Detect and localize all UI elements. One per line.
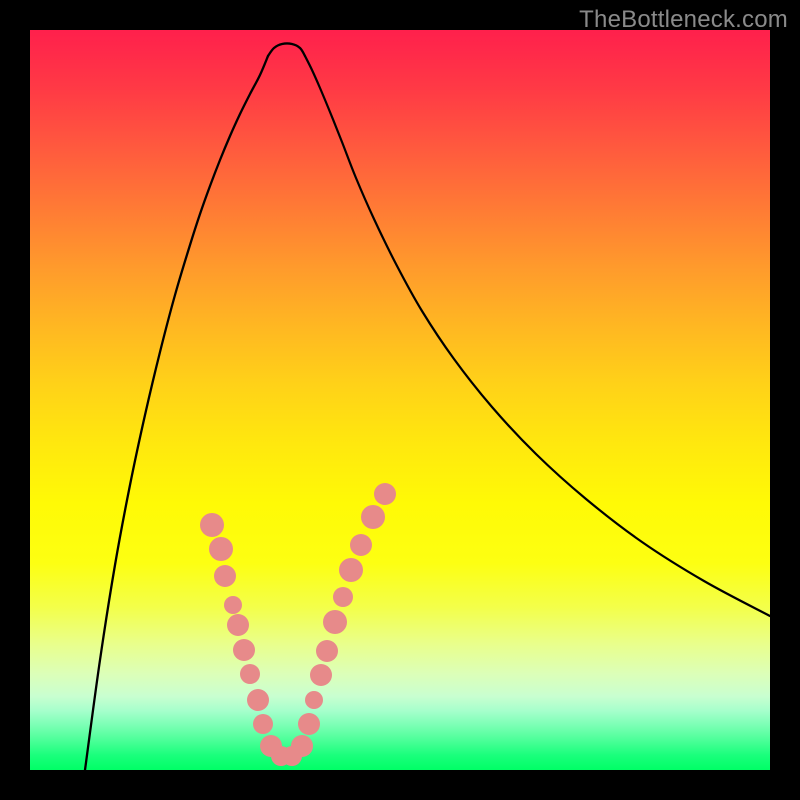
curve-group: [85, 43, 770, 770]
plot-area: [30, 30, 770, 770]
data-marker: [374, 483, 396, 505]
curve-svg: [30, 30, 770, 770]
data-marker: [200, 513, 224, 537]
chart-container: TheBottleneck.com: [0, 0, 800, 800]
data-marker: [298, 713, 320, 735]
marker-group: [200, 483, 396, 766]
data-marker: [361, 505, 385, 529]
data-marker: [305, 691, 323, 709]
curve-floor: [268, 43, 305, 56]
data-marker: [323, 610, 347, 634]
curve-right-branch: [305, 56, 770, 616]
data-marker: [333, 587, 353, 607]
data-marker: [214, 565, 236, 587]
curve-left-branch: [85, 56, 268, 770]
data-marker: [227, 614, 249, 636]
data-marker: [253, 714, 273, 734]
data-marker: [224, 596, 242, 614]
data-marker: [310, 664, 332, 686]
data-marker: [339, 558, 363, 582]
data-marker: [350, 534, 372, 556]
data-marker: [316, 640, 338, 662]
data-marker: [209, 537, 233, 561]
data-marker: [247, 689, 269, 711]
data-marker: [240, 664, 260, 684]
data-marker: [282, 746, 302, 766]
data-marker: [233, 639, 255, 661]
